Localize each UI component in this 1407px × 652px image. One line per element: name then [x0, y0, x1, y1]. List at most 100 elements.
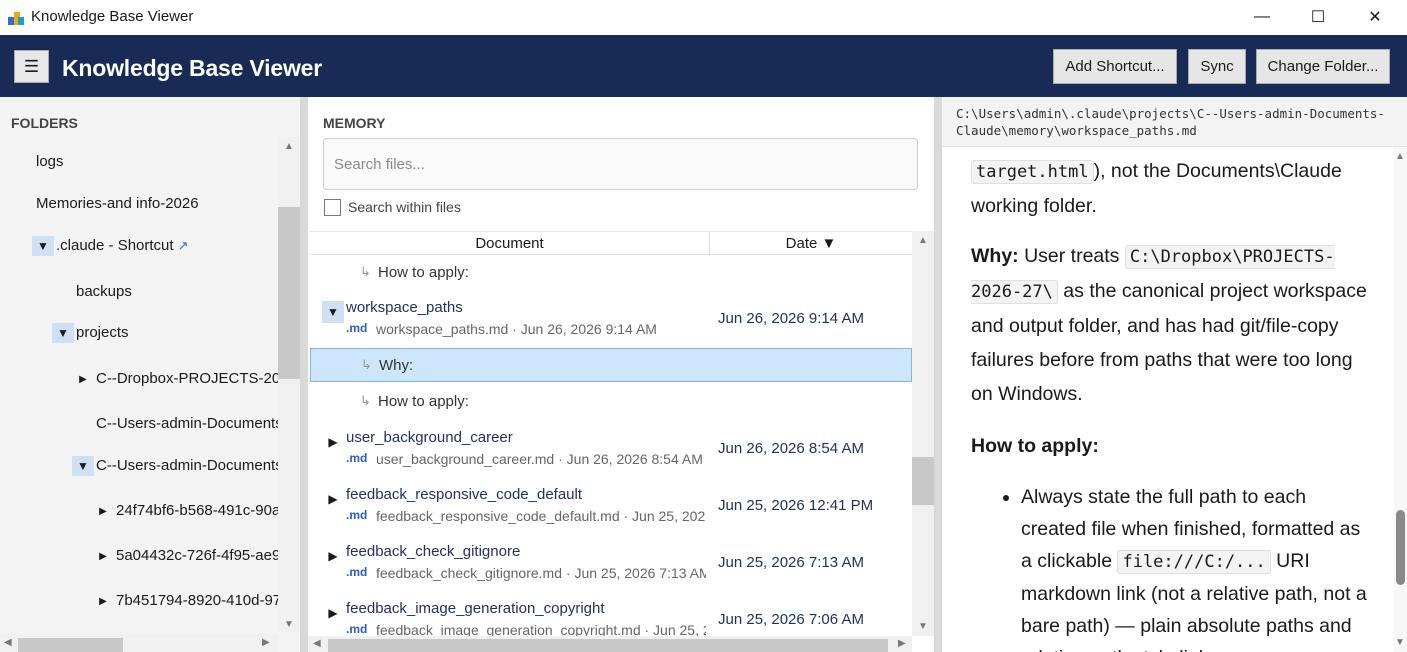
scroll-up-icon[interactable]: ▲	[284, 141, 294, 152]
maximize-button[interactable]: ☐	[1290, 0, 1346, 33]
folder-label: 24f74bf6-b568-491c-90a	[116, 502, 278, 519]
subsection-arrow-icon: ↳	[360, 393, 371, 408]
list-column-header: Document Date ▼	[310, 231, 912, 256]
expand-icon[interactable]: ▶	[96, 551, 110, 562]
folder-item-backups[interactable]: backups	[76, 283, 132, 300]
folder-item-5a04432c[interactable]: ▶ 5a04432c-726f-4f95-ae9	[96, 547, 278, 564]
document-meta: user_background_career.md · Jun 26, 2026…	[376, 451, 703, 467]
collapse-icon[interactable]: ▼	[72, 456, 94, 476]
scroll-down-icon[interactable]: ▼	[1395, 637, 1405, 648]
list-item-workspace-paths[interactable]: ▼ workspace_paths .md workspace_paths.md…	[310, 293, 912, 349]
file-extension-badge: .md	[346, 451, 368, 465]
search-within-files-label: Search within files	[348, 199, 461, 215]
scroll-left-icon[interactable]: ◀	[4, 637, 12, 648]
file-extension-badge: .md	[346, 508, 368, 522]
list-item-section[interactable]: ↳ How to apply:	[310, 256, 912, 290]
close-window-button[interactable]: ✕	[1347, 0, 1403, 33]
maximize-icon: ☐	[1310, 8, 1326, 26]
scroll-right-icon[interactable]: ▶	[898, 638, 906, 649]
file-extension-badge: .md	[346, 565, 368, 579]
sync-button[interactable]: Sync	[1188, 49, 1246, 84]
scroll-left-icon[interactable]: ◀	[313, 638, 321, 649]
list-item-section-selected[interactable]: ↳ Why:	[310, 348, 912, 382]
expand-icon[interactable]: ▶	[96, 506, 110, 517]
list-item-feedback-image-generation[interactable]: ▶ feedback_image_generation_copyright .m…	[310, 594, 912, 636]
scrollbar-thumb[interactable]	[328, 639, 888, 652]
window-titlebar: Knowledge Base Viewer — ☐ ✕	[0, 0, 1407, 35]
scroll-right-icon[interactable]: ▶	[262, 637, 270, 648]
folder-label: C--Users-admin-Documents	[96, 415, 278, 432]
folder-label: 7b451794-8920-410d-97	[116, 592, 278, 609]
document-date: Jun 26, 2026 9:14 AM	[718, 310, 864, 327]
folder-item-24f74bf6[interactable]: ▶ 24f74bf6-b568-491c-90a	[96, 502, 278, 519]
folder-label: C--Dropbox-PROJECTS-2026-27	[96, 370, 278, 387]
column-document[interactable]: Document	[310, 232, 710, 256]
scrollbar-thumb[interactable]	[18, 638, 123, 652]
column-date-sorted[interactable]: Date ▼	[710, 232, 912, 256]
document-meta: feedback_image_generation_copyright.md ·…	[376, 622, 706, 636]
expand-icon[interactable]: ▶	[322, 545, 344, 567]
list-horizontal-scrollbar[interactable]: ◀ ▶	[308, 636, 912, 652]
list-item-feedback-check-gitignore[interactable]: ▶ feedback_check_gitignore .md feedback_…	[310, 537, 912, 593]
folder-label: .claude - Shortcut	[56, 236, 174, 254]
collapse-icon[interactable]: ▼	[322, 301, 344, 323]
bullet-list: Always state the full path to each creat…	[971, 481, 1371, 652]
scroll-down-icon[interactable]: ▼	[918, 621, 928, 632]
folders-horizontal-scrollbar[interactable]: ◀ ▶	[0, 634, 278, 652]
pane-splitter-right[interactable]	[934, 97, 942, 652]
menu-button[interactable]: ☰	[14, 50, 49, 83]
section-label: Why:	[379, 357, 414, 374]
search-input[interactable]	[323, 138, 918, 190]
expand-icon[interactable]: ▶	[322, 431, 344, 453]
markdown-preview: target.html), not the Documents\Claude w…	[971, 147, 1371, 652]
folders-vertical-scrollbar[interactable]: ▲ ▼	[278, 137, 300, 632]
document-name: workspace_paths	[346, 299, 463, 316]
list-item-section[interactable]: ↳ How to apply:	[310, 385, 912, 419]
paragraph-fragment: target.html), not the Documents\Claude w…	[971, 160, 1342, 217]
expand-icon[interactable]: ▶	[322, 488, 344, 510]
folder-item-logs[interactable]: logs	[36, 153, 64, 170]
expand-icon[interactable]: ▶	[76, 374, 90, 385]
expand-icon[interactable]: ▶	[322, 602, 344, 624]
collapse-icon[interactable]: ▼	[32, 236, 54, 256]
scroll-up-icon[interactable]: ▲	[918, 235, 928, 246]
folder-item-projects[interactable]: ▼ projects	[52, 323, 129, 343]
folder-item-users-admin-documents[interactable]: C--Users-admin-Documents	[96, 415, 278, 432]
inline-code: file:///C:/...	[1117, 550, 1271, 574]
folder-label: 5a04432c-726f-4f95-ae9	[116, 547, 278, 564]
list-vertical-scrollbar[interactable]: ▲ ▼	[912, 231, 934, 636]
memory-pane: MEMORY Search within files Document Date…	[308, 97, 934, 652]
folder-item-7b451794[interactable]: ▶ 7b451794-8920-410d-97	[96, 592, 278, 609]
search-within-files-checkbox[interactable]	[324, 199, 341, 216]
list-item-feedback-responsive-code[interactable]: ▶ feedback_responsive_code_default .md f…	[310, 480, 912, 536]
scrollbar-thumb[interactable]	[1396, 510, 1405, 585]
shortcut-link-icon: ↗	[177, 237, 189, 253]
section-label: How to apply:	[378, 264, 469, 281]
section-label: How to apply:	[378, 393, 469, 410]
collapse-icon[interactable]: ▼	[52, 323, 74, 343]
change-folder-button[interactable]: Change Folder...	[1256, 49, 1390, 84]
scroll-down-icon[interactable]: ▼	[284, 619, 294, 630]
list-item-user-background-career[interactable]: ▶ user_background_career .md user_backgr…	[310, 423, 912, 479]
pane-splitter-left[interactable]	[300, 97, 308, 652]
add-shortcut-button[interactable]: Add Shortcut...	[1053, 49, 1177, 84]
paragraph-why: Why: User treats C:\Dropbox\PROJECTS-202…	[971, 245, 1367, 405]
scrollbar-thumb[interactable]	[912, 457, 934, 505]
scrollbar-thumb[interactable]	[278, 207, 300, 379]
folder-item-dropbox-projects[interactable]: ▶ C--Dropbox-PROJECTS-2026-27	[76, 370, 278, 387]
expand-icon[interactable]: ▶	[96, 596, 110, 607]
minimize-icon: —	[1254, 7, 1270, 25]
document-date: Jun 25, 2026 7:06 AM	[718, 611, 864, 628]
folder-item-memories[interactable]: Memories-and info-2026	[36, 195, 199, 212]
app-header: ☰ Knowledge Base Viewer Add Shortcut... …	[0, 35, 1407, 97]
close-icon: ✕	[1368, 8, 1382, 26]
scroll-up-icon[interactable]: ▲	[1395, 151, 1405, 162]
preview-vertical-scrollbar[interactable]: ▲ ▼	[1394, 147, 1407, 652]
document-meta: feedback_check_gitignore.md · Jun 25, 20…	[376, 565, 706, 581]
document-meta: feedback_responsive_code_default.md · Ju…	[376, 508, 706, 524]
folder-item-claude-shortcut[interactable]: ▼ .claude - Shortcut ↗	[32, 236, 188, 256]
hamburger-icon: ☰	[23, 56, 40, 76]
document-meta: workspace_paths.md · Jun 26, 2026 9:14 A…	[376, 321, 657, 337]
minimize-button[interactable]: —	[1234, 0, 1290, 33]
folder-item-users-admin-documents-claude[interactable]: ▼C--Users-admin-Documents-Claude	[72, 456, 278, 476]
